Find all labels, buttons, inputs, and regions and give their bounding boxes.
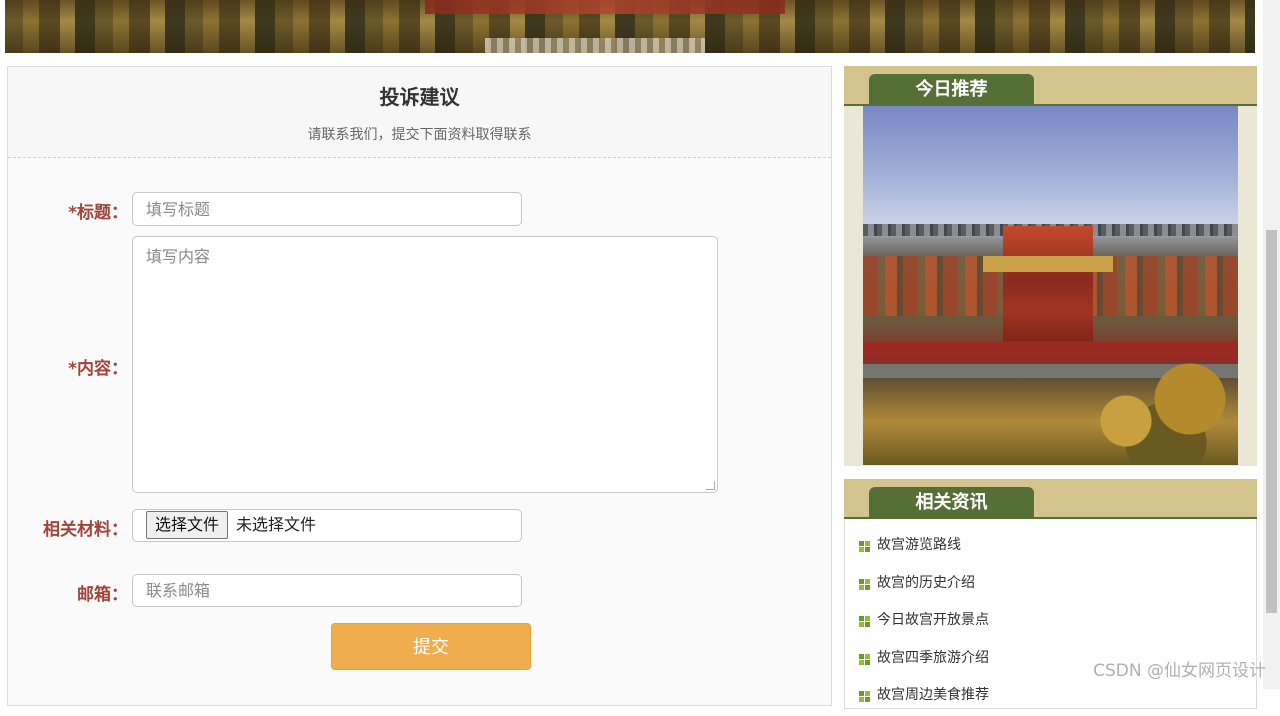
header-banner-image — [5, 0, 1255, 53]
bullet-square-icon — [859, 578, 870, 590]
email-input[interactable] — [133, 575, 521, 606]
complaint-form-panel: 投诉建议 请联系我们，提交下面资料取得联系 *标题： *内容： 相关材料： 选择… — [7, 66, 832, 706]
scrollbar-thumb[interactable] — [1266, 230, 1277, 613]
bullet-square-icon — [859, 653, 870, 665]
resize-grip-icon[interactable] — [706, 481, 715, 490]
gate-roof-decoration — [983, 256, 1113, 272]
choose-file-button[interactable]: 选择文件 — [146, 511, 229, 539]
email-input-wrapper — [132, 574, 522, 607]
content-label: *内容： — [68, 359, 128, 379]
news-link[interactable]: 今日故宫开放景点 — [877, 612, 989, 628]
banner-wall-decoration — [485, 38, 705, 53]
vertical-scrollbar[interactable] — [1263, 0, 1280, 689]
watermark-text: CSDN @仙女网页设计 — [1093, 661, 1266, 681]
title-input-wrapper — [132, 192, 522, 226]
recommend-image[interactable] — [863, 106, 1238, 465]
form-header: 投诉建议 请联系我们，提交下面资料取得联系 — [8, 67, 831, 158]
title-label: *标题： — [68, 203, 128, 223]
recommend-box: 今日推荐 — [844, 66, 1257, 466]
trees-decoration — [1078, 355, 1238, 465]
palace-gate-decoration — [1003, 226, 1093, 346]
recommend-tab: 今日推荐 — [869, 74, 1034, 106]
news-item[interactable]: 故宫的历史介绍 — [859, 566, 1256, 604]
content-textarea[interactable] — [133, 237, 717, 492]
news-link[interactable]: 故宫的历史介绍 — [877, 575, 975, 591]
title-input[interactable] — [133, 193, 521, 225]
news-item[interactable]: 故宫游览路线 — [859, 528, 1256, 566]
news-list: 故宫游览路线 故宫的历史介绍 今日故宫开放景点 故宫四季旅游介绍 故宫周边美食推… — [845, 519, 1256, 716]
news-tab: 相关资讯 — [869, 487, 1034, 519]
news-link[interactable]: 故宫游览路线 — [877, 537, 961, 553]
bullet-square-icon — [859, 541, 870, 552]
file-upload-field: 选择文件 未选择文件 — [132, 509, 522, 542]
email-label: 邮箱： — [77, 585, 128, 605]
bullet-square-icon — [859, 616, 870, 627]
news-link[interactable]: 故宫四季旅游介绍 — [877, 650, 989, 666]
file-status-text: 未选择文件 — [236, 515, 317, 534]
news-item[interactable]: 故宫周边美食推荐 — [859, 678, 1256, 716]
banner-roof-decoration — [425, 0, 785, 14]
recommend-header: 今日推荐 — [844, 66, 1257, 106]
news-link[interactable]: 故宫周边美食推荐 — [877, 687, 989, 703]
material-label: 相关材料： — [43, 520, 128, 540]
submit-button[interactable]: 提交 — [331, 623, 531, 670]
bullet-square-icon — [859, 691, 870, 702]
news-item[interactable]: 今日故宫开放景点 — [859, 603, 1256, 641]
content-textarea-wrapper — [132, 236, 718, 493]
form-title: 投诉建议 — [379, 85, 460, 109]
news-header: 相关资讯 — [844, 479, 1257, 519]
form-subtitle: 请联系我们，提交下面资料取得联系 — [307, 127, 532, 143]
